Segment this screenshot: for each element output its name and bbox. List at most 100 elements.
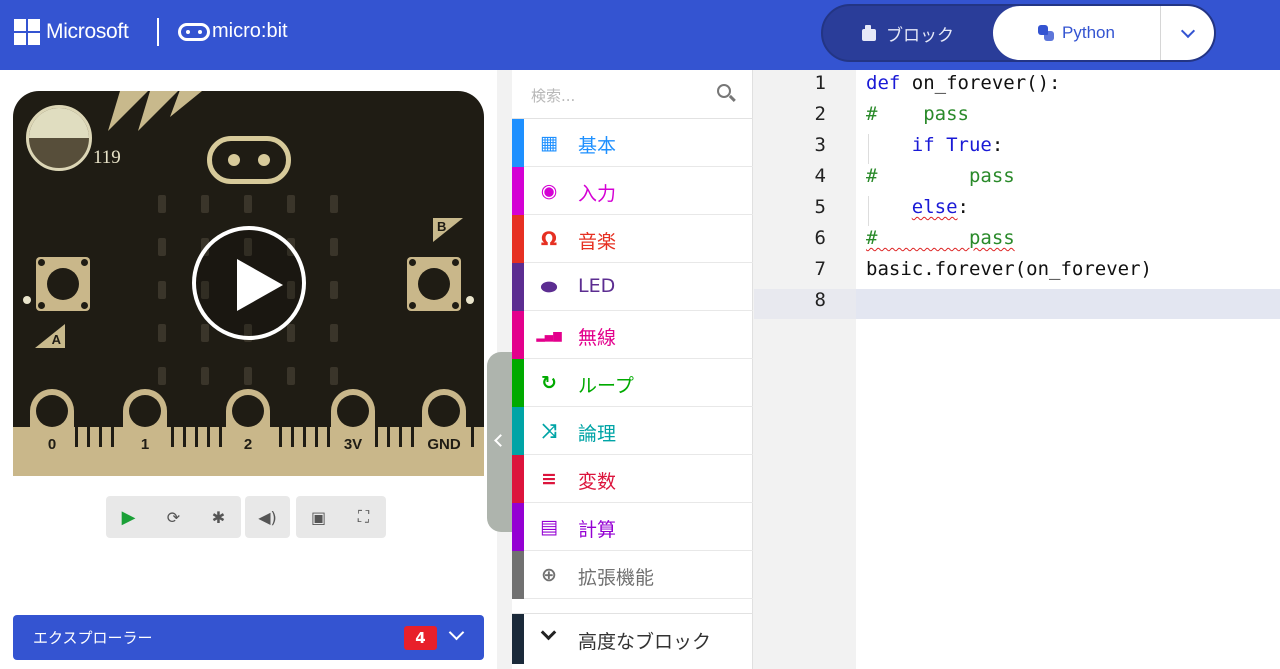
restart-icon: ⟳ (166, 507, 181, 527)
edge-tooth (99, 427, 102, 447)
edge-tooth (219, 427, 222, 447)
toolbox-category[interactable]: ⊕ 拡張機能 (512, 551, 753, 599)
code-line[interactable]: else: (866, 196, 969, 218)
toolbox-category[interactable]: ▦ 基本 (512, 119, 753, 167)
line-number: 8 (814, 289, 826, 311)
sim-view-group: ▣ ⛶ (296, 496, 386, 538)
toolbox-category[interactable]: ▤ 計算 (512, 503, 753, 551)
restart-button[interactable]: ⟳ (151, 496, 196, 538)
light-level-gauge[interactable] (26, 105, 92, 171)
category-label: 論理 (578, 423, 617, 445)
microbit-board[interactable]: 119 A B 0 1 2 3V GND (13, 91, 484, 476)
button-b[interactable] (407, 257, 461, 311)
led (201, 195, 209, 213)
edge-tooth (195, 427, 198, 447)
toolbox-category[interactable]: ▂▄▆ 無線 (512, 311, 753, 359)
simulator-toolbar: ▶ ⟳ ✱ ◀) ▣ ⛶ (0, 496, 497, 538)
toolbox-category[interactable]: ↻ ループ (512, 359, 753, 407)
simulator-panel: 119 A B 0 1 2 3V GND ▶ ⟳ ✱ ◀) ▣ ⛶ エクスプロー… (0, 70, 497, 669)
mute-button[interactable]: ◀) (245, 496, 290, 538)
category-label: 変数 (578, 471, 617, 493)
line-number: 5 (814, 196, 826, 218)
category-label: 入力 (578, 183, 617, 205)
pin-2[interactable]: 2 (226, 389, 270, 476)
led (287, 367, 295, 385)
led (201, 324, 209, 342)
side-dot (466, 296, 474, 304)
pin-gnd[interactable]: GND (422, 389, 466, 476)
pin-1[interactable]: 1 (123, 389, 167, 476)
fullscreen-button[interactable]: ⛶ (341, 496, 386, 538)
category-color-bar (512, 503, 524, 551)
led (158, 367, 166, 385)
screenshot-button[interactable]: ▣ (296, 496, 341, 538)
category-color-bar (512, 167, 524, 215)
blocks-mode-button[interactable]: ブロック (823, 6, 993, 60)
toggle-icon: ⬬ (540, 276, 558, 298)
edge-tooth (303, 427, 306, 447)
python-icon (1038, 25, 1055, 41)
search-input[interactable]: 検索... (531, 85, 575, 106)
python-mode-label: Python (1062, 23, 1115, 42)
code-line[interactable]: if True: (866, 134, 1004, 156)
toolbox-search[interactable]: 検索... (512, 70, 753, 119)
line-number: 3 (814, 134, 826, 156)
line-number: 2 (814, 103, 826, 125)
category-color-bar (512, 551, 524, 599)
code-line[interactable]: def on_forever(): (866, 72, 1060, 94)
line-number: 6 (814, 227, 826, 249)
microbit-logo[interactable]: micro:bit (178, 20, 288, 43)
edge-tooth (207, 427, 210, 447)
toolbox-category[interactable]: ⤨ 論理 (512, 407, 753, 455)
chevron-down-icon (1180, 23, 1195, 38)
windows-icon (14, 19, 40, 45)
led (330, 238, 338, 256)
category-color-bar (512, 455, 524, 503)
language-menu-button[interactable] (1160, 6, 1214, 60)
toolbox-category[interactable]: ≡ 変数 (512, 455, 753, 503)
top-bar: Microsoft micro:bit ブロック Python (0, 0, 1280, 70)
category-color-bar (512, 614, 524, 664)
toolbox-category[interactable]: ◉ 入力 (512, 167, 753, 215)
edge-tooth (375, 427, 378, 447)
sim-control-group: ▶ ⟳ ✱ (106, 496, 241, 538)
python-mode-button[interactable]: Python (993, 6, 1160, 60)
collapse-simulator-button[interactable] (487, 352, 513, 532)
button-a[interactable] (36, 257, 90, 311)
code-line[interactable]: # pass (866, 103, 969, 125)
category-color-bar (512, 263, 524, 311)
debug-button[interactable]: ✱ (196, 496, 241, 538)
code-line[interactable]: basic.forever(on_forever) (866, 258, 1152, 280)
category-color-bar (512, 215, 524, 263)
side-dot (23, 296, 31, 304)
brand-text: Microsoft (46, 20, 129, 43)
start-simulator-button[interactable] (192, 226, 306, 340)
explorer-count-badge: 4 (404, 626, 437, 650)
play-button[interactable]: ▶ (106, 496, 151, 538)
code-line[interactable]: # pass (866, 227, 1015, 249)
code-editor[interactable]: 1 2 3 4 5 6 7 8 def on_forever(): # pass if True:… (754, 70, 1280, 669)
microsoft-logo[interactable]: Microsoft (14, 19, 129, 45)
edge-tooth (411, 427, 414, 447)
led (158, 195, 166, 213)
pin-3v[interactable]: 3V (331, 389, 375, 476)
refresh-icon: ↻ (541, 372, 557, 394)
led (330, 195, 338, 213)
toolbox-category[interactable]: ⬬ LED (512, 263, 753, 311)
edge-tooth (75, 427, 78, 447)
category-color-bar (512, 119, 524, 167)
pin-0[interactable]: 0 (30, 389, 74, 476)
line-number: 7 (814, 258, 826, 280)
camera-icon: ▣ (310, 507, 327, 527)
toolbox-category[interactable]: Ω 音楽 (512, 215, 753, 263)
grid-icon: ▦ (540, 132, 558, 154)
logo-touch-sensor[interactable] (207, 136, 291, 184)
advanced-blocks-toggle[interactable]: 高度なブロック (512, 613, 753, 664)
code-line[interactable]: # pass (866, 165, 1015, 187)
led (287, 324, 295, 342)
explorer-bar[interactable]: エクスプローラー 4 (13, 615, 484, 660)
signal-bars-icon: ▂▄▆ (536, 328, 562, 342)
search-icon[interactable] (717, 84, 731, 98)
list-icon: ≡ (541, 468, 557, 490)
blocks-mode-label: ブロック (886, 25, 954, 46)
